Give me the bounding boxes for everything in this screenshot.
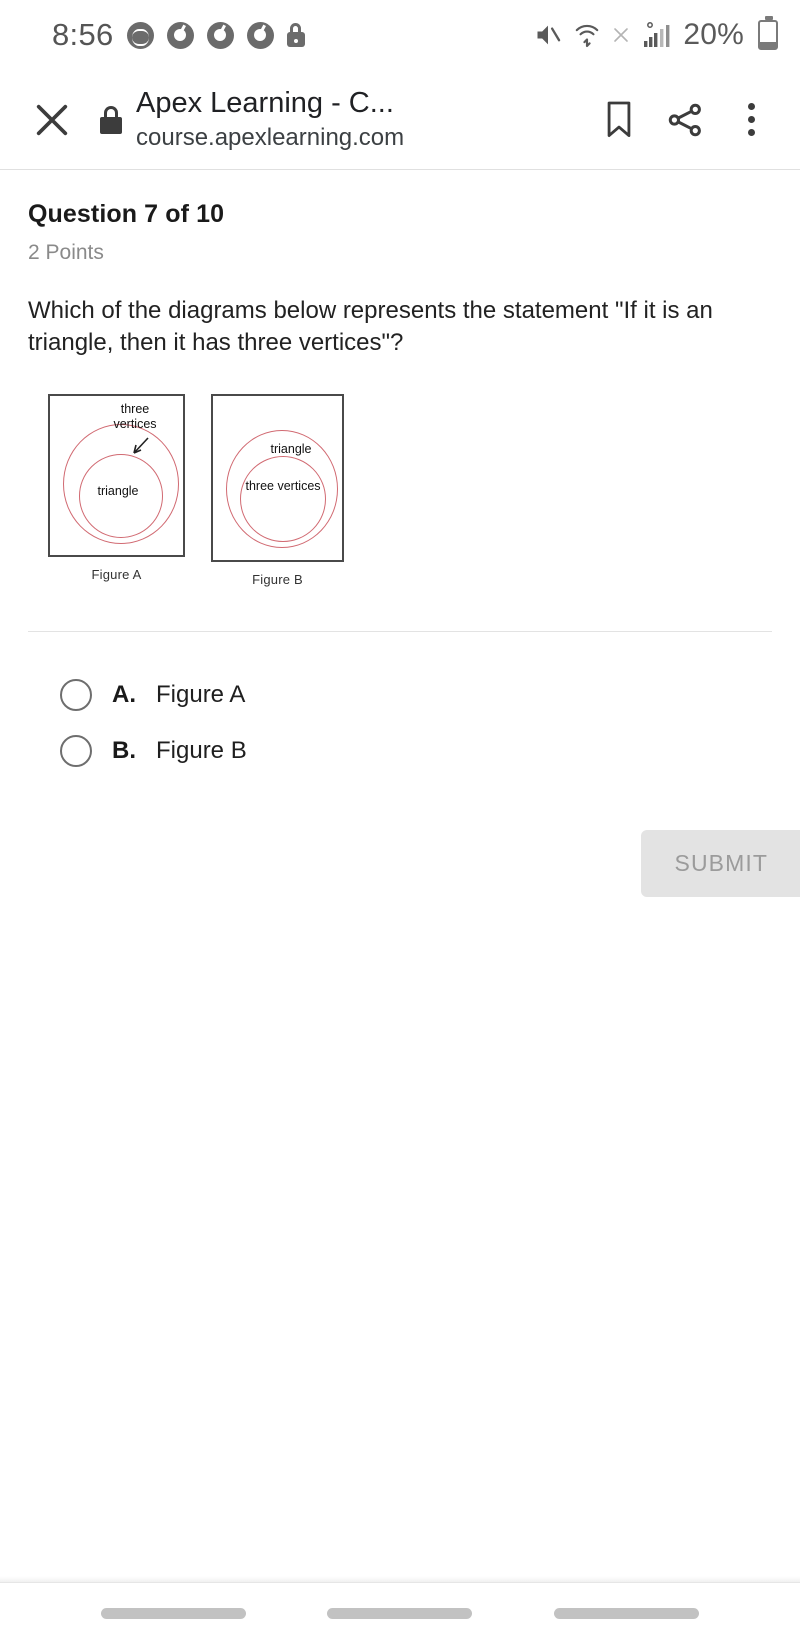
figure-a-arrow-icon <box>133 437 149 454</box>
option-b[interactable]: B. Figure B <box>60 724 800 778</box>
figure-b-inner-label: three vertices <box>245 478 321 493</box>
toolbar-actions <box>590 91 780 149</box>
submit-row: SUBMIT <box>0 829 800 897</box>
radio-button-a[interactable] <box>60 678 92 711</box>
question-points: 2 Points <box>28 241 104 264</box>
figure-a-box: three vertices triangle <box>48 393 185 557</box>
option-a-label: Figure A <box>156 680 246 708</box>
chrome-icon <box>206 21 234 49</box>
status-bar-clock: 8:56 <box>52 17 114 52</box>
page-title: Apex Learning - C... <box>136 86 394 119</box>
android-status-bar: 8:56 20% <box>0 0 800 70</box>
option-a-letter: A. <box>112 680 136 708</box>
page-url: course.apexlearning.com <box>136 124 405 152</box>
diagram-figures: three vertices triangle Figure A triangl… <box>28 393 772 587</box>
figure-a-caption: Figure A <box>91 566 142 582</box>
question-heading: Question 7 of 10 <box>28 200 225 228</box>
mute-icon <box>533 21 563 49</box>
nav-pill-back[interactable] <box>554 1608 700 1619</box>
battery-percent-label: 20% <box>683 18 744 51</box>
lock-icon[interactable] <box>100 105 122 134</box>
status-bar-left: 8:56 <box>52 17 305 53</box>
more-vertical-icon[interactable] <box>722 91 780 149</box>
option-b-label: Figure B <box>156 736 247 764</box>
nfc-off-icon <box>611 25 631 45</box>
figure-b-box: triangle three vertices <box>211 393 344 562</box>
share-icon[interactable] <box>656 91 714 149</box>
nav-pill-home[interactable] <box>327 1608 473 1619</box>
option-a[interactable]: A. Figure A <box>60 668 800 722</box>
lock-icon <box>286 23 305 47</box>
submit-button[interactable]: SUBMIT <box>640 829 800 897</box>
figure-a: three vertices triangle Figure A <box>48 393 185 587</box>
option-b-letter: B. <box>112 736 136 764</box>
question-content: Question 7 of 10 2 Points Which of the d… <box>0 200 800 587</box>
spotify-icon <box>126 21 154 49</box>
android-navigation-bar <box>0 1582 800 1644</box>
bookmark-icon[interactable] <box>590 91 648 149</box>
question-prompt: Which of the diagrams below represents t… <box>28 297 713 357</box>
wifi-icon <box>574 21 600 49</box>
close-icon[interactable] <box>26 94 78 146</box>
section-divider <box>28 630 772 632</box>
figure-b-outer-label: triangle <box>270 441 312 456</box>
chrome-icon <box>246 21 274 49</box>
radio-button-b[interactable] <box>60 734 92 767</box>
nav-pill-recents[interactable] <box>100 1608 246 1619</box>
figure-b-inner-circle <box>240 455 326 542</box>
status-bar-right: 20% <box>533 16 778 52</box>
url-bar[interactable]: Apex Learning - C... course.apexlearning… <box>136 86 584 153</box>
browser-toolbar: Apex Learning - C... course.apexlearning… <box>0 70 800 170</box>
battery-icon <box>758 16 778 50</box>
answer-options: A. Figure A B. Figure B <box>0 668 800 778</box>
chrome-icon <box>166 21 194 49</box>
figure-b-caption: Figure B <box>252 571 303 587</box>
figure-b: triangle three vertices Figure B <box>211 393 344 587</box>
signal-icon <box>642 21 672 49</box>
